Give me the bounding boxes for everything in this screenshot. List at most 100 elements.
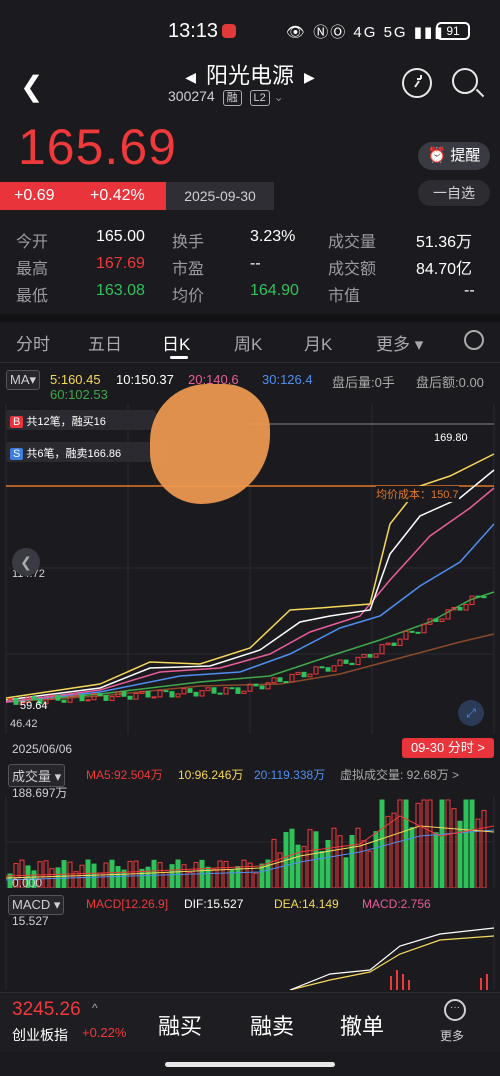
start-date: 2025/06/06 bbox=[12, 742, 73, 756]
volume-bar bbox=[79, 864, 85, 888]
fullscreen-icon[interactable]: ⤢ bbox=[458, 700, 484, 726]
candle bbox=[103, 694, 109, 701]
candle bbox=[313, 666, 319, 675]
chevron-down-icon[interactable]: ⌄ bbox=[274, 90, 284, 104]
macd-dea: DEA:14.149 bbox=[274, 897, 339, 911]
high-label: 169.80 bbox=[434, 432, 468, 444]
volume-bar bbox=[211, 868, 217, 888]
price-change-pct: +0.42% bbox=[90, 187, 145, 204]
candle bbox=[229, 687, 235, 690]
divider bbox=[0, 314, 500, 322]
stock-code: 300274 bbox=[168, 88, 215, 104]
tab-monthly-k[interactable]: 月K bbox=[304, 330, 332, 355]
candle bbox=[31, 696, 37, 700]
vol-ma20: 20:119.338万 bbox=[254, 768, 326, 782]
volume-bar bbox=[463, 799, 469, 888]
more-label[interactable]: 更多 bbox=[440, 1027, 464, 1044]
macd-value: MACD:2.756 bbox=[362, 897, 431, 911]
candle bbox=[169, 691, 175, 698]
ma10-value: 10:150.37 bbox=[116, 372, 174, 387]
candle bbox=[223, 687, 229, 695]
volume-bar bbox=[349, 835, 355, 888]
refresh-icon[interactable] bbox=[402, 68, 432, 98]
stat-label: 换手 bbox=[172, 234, 205, 251]
home-indicator[interactable] bbox=[165, 1062, 335, 1067]
bottom-toolbar: 3245.26 ^ 创业板指 +0.22% 融买 融卖 撤单 ··· 更多 bbox=[0, 992, 500, 1052]
tab-intraday[interactable]: 分时 bbox=[16, 330, 50, 355]
candle bbox=[307, 673, 313, 678]
virtual-volume[interactable]: 虚拟成交量: 92.68万 > bbox=[340, 766, 459, 783]
tab-five-day[interactable]: 五日 bbox=[88, 330, 122, 355]
cancel-order-button[interactable]: 撤单 bbox=[340, 1009, 384, 1041]
candle bbox=[217, 692, 223, 695]
candle bbox=[403, 630, 409, 640]
volume-bar bbox=[397, 799, 403, 888]
candle bbox=[301, 671, 307, 678]
ma30-value: 30:126.4 bbox=[262, 372, 313, 387]
more-icon[interactable]: ··· bbox=[444, 999, 466, 1021]
volume-bar bbox=[115, 866, 121, 888]
volume-bar bbox=[181, 864, 187, 888]
chevron-up-icon[interactable]: ^ bbox=[92, 1001, 98, 1015]
prev-stock-icon[interactable]: ◀ bbox=[185, 69, 196, 85]
candle bbox=[325, 667, 331, 672]
candle bbox=[415, 631, 421, 634]
candle bbox=[145, 690, 151, 698]
candle bbox=[175, 693, 181, 698]
volume-bar bbox=[403, 799, 409, 888]
watchlist-button[interactable]: 一自选 bbox=[418, 180, 490, 206]
search-icon[interactable] bbox=[452, 68, 478, 94]
volume-bar bbox=[295, 844, 301, 888]
volume-bar bbox=[409, 827, 415, 888]
macd-params: MACD[12.26.9] bbox=[86, 897, 169, 911]
candle bbox=[355, 656, 361, 666]
margin-buy-button[interactable]: 融买 bbox=[158, 1009, 202, 1041]
tab-daily-k[interactable]: 日K bbox=[162, 330, 190, 355]
candle bbox=[331, 665, 337, 672]
stock-name: 阳光电源 bbox=[205, 63, 294, 88]
volume-bar bbox=[415, 802, 421, 888]
candle bbox=[181, 688, 187, 695]
stat-avg: 164.90 bbox=[250, 282, 299, 299]
ma-selector[interactable]: MA▾ bbox=[6, 370, 41, 390]
tab-more[interactable]: 更多 ▾ bbox=[376, 330, 423, 355]
volume-bar bbox=[361, 840, 367, 888]
tab-weekly-k[interactable]: 周K bbox=[234, 330, 262, 355]
macd-selector[interactable]: MACD ▾ bbox=[8, 895, 65, 915]
stat-label: 市盈 bbox=[172, 261, 205, 278]
candle bbox=[397, 638, 403, 646]
candle bbox=[241, 690, 247, 694]
volume-bar bbox=[331, 827, 337, 888]
volume-bar bbox=[187, 871, 193, 888]
scroll-left-icon[interactable]: ❮ bbox=[12, 548, 40, 576]
level2-tag[interactable]: L2 bbox=[249, 90, 270, 106]
volume-bar bbox=[85, 859, 91, 888]
stat-mktcap: -- bbox=[464, 282, 475, 299]
candle bbox=[379, 644, 385, 655]
candle bbox=[391, 642, 397, 646]
stat-volume: 51.36万 bbox=[416, 234, 473, 251]
candle bbox=[295, 671, 301, 675]
reminder-button[interactable]: ⏰ 提醒 bbox=[418, 142, 490, 170]
intraday-button[interactable]: 09-30 分时 > bbox=[402, 738, 494, 758]
kline-chart[interactable]: B 共12笔，融买16 S 共6笔，融卖166.86 169.80 114.72… bbox=[0, 384, 500, 734]
vol-ma5: MA5:92.504万 bbox=[86, 768, 163, 782]
buy-note[interactable]: B 共12笔，融买16 bbox=[6, 410, 156, 430]
index-value[interactable]: 3245.26 bbox=[12, 999, 81, 1021]
stat-open: 165.00 bbox=[96, 228, 145, 245]
candle bbox=[457, 606, 463, 611]
next-stock-icon[interactable]: ▶ bbox=[304, 69, 315, 85]
volume-bar bbox=[457, 820, 463, 888]
candle bbox=[211, 687, 217, 694]
margin-sell-button[interactable]: 融卖 bbox=[250, 1009, 294, 1041]
margin-tag: 融 bbox=[222, 90, 242, 106]
sell-note[interactable]: S 共6笔，融卖166.86 bbox=[6, 442, 166, 462]
candle bbox=[97, 693, 103, 696]
volume-bar bbox=[319, 850, 325, 888]
candle bbox=[199, 690, 205, 697]
settings-icon[interactable] bbox=[464, 330, 484, 350]
volume-bar bbox=[67, 861, 73, 888]
volume-bar bbox=[241, 859, 247, 888]
candle bbox=[259, 685, 265, 690]
after-hours-volume: 盘后量:0手 bbox=[332, 375, 395, 390]
